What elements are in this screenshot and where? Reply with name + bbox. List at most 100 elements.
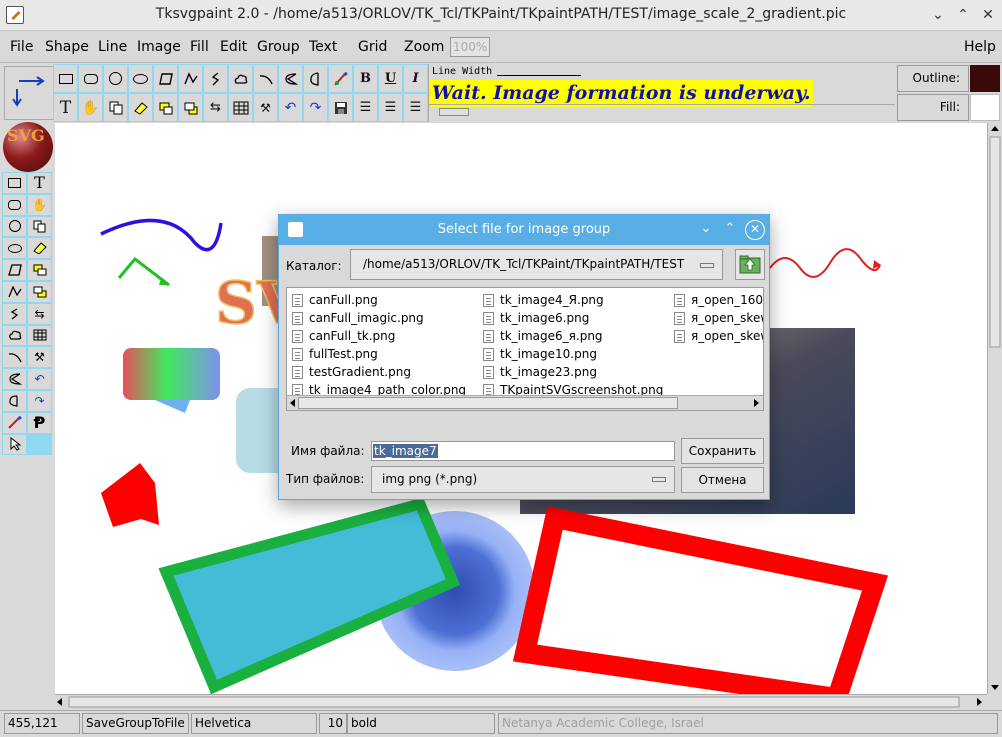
align-center-tool[interactable]: ☰ xyxy=(378,93,403,122)
file-item[interactable]: tk_image4_Я.png xyxy=(480,291,663,309)
maximize-button[interactable]: ⌃ xyxy=(953,5,973,25)
file-list-scroll-thumb[interactable] xyxy=(298,397,678,409)
close-window-button[interactable]: ✕ xyxy=(978,5,998,25)
left-raise-tool[interactable] xyxy=(27,259,52,281)
file-item[interactable]: tk_image6_я.png xyxy=(480,327,663,345)
menu-line[interactable]: Line xyxy=(98,39,127,55)
fill-button[interactable]: Fill: xyxy=(897,94,969,121)
zoom-input[interactable]: 100% xyxy=(450,37,490,57)
polygon-tool[interactable] xyxy=(153,64,178,93)
left-swap-tool[interactable]: ⇆ xyxy=(27,302,52,325)
menu-image[interactable]: Image xyxy=(137,39,181,55)
outline-color-swatch[interactable] xyxy=(970,65,1000,92)
menu-file[interactable]: File xyxy=(10,39,33,55)
left-color-picker-tool[interactable] xyxy=(2,411,27,434)
left-polyline-tool[interactable] xyxy=(2,280,27,303)
file-item[interactable]: fullTest.png xyxy=(289,345,466,363)
rectangle-tool[interactable] xyxy=(53,64,78,93)
italic-button[interactable]: I xyxy=(403,64,428,93)
file-item[interactable]: я_open_160 xyxy=(671,291,763,309)
menu-shape[interactable]: Shape xyxy=(45,39,89,55)
grid-tool[interactable] xyxy=(228,93,253,122)
ellipse-tool[interactable] xyxy=(128,64,153,93)
file-item[interactable]: я_open_skew xyxy=(671,309,763,327)
color-picker-tool[interactable] xyxy=(328,64,353,93)
menu-grid[interactable]: Grid xyxy=(358,39,387,55)
file-item[interactable]: canFull_imagic.png xyxy=(289,309,466,327)
file-item[interactable]: testGradient.png xyxy=(289,363,466,381)
pie-tool[interactable] xyxy=(278,64,303,93)
left-ellipse-tool[interactable] xyxy=(2,237,27,260)
eraser-tool[interactable] xyxy=(128,93,153,122)
left-redo-tool[interactable]: ↷ xyxy=(27,389,52,412)
vertical-scrollbar[interactable] xyxy=(987,123,1002,694)
hammer-tool[interactable]: ⚒ xyxy=(253,93,278,122)
file-item[interactable]: tk_image23.png xyxy=(480,363,663,381)
file-item[interactable]: canFull.png xyxy=(289,291,466,309)
underline-button[interactable]: U xyxy=(378,64,403,93)
left-polygon-tool[interactable] xyxy=(2,259,27,281)
cloud-tool[interactable] xyxy=(228,64,253,93)
file-list[interactable]: canFull.png canFull_imagic.png canFull_t… xyxy=(286,287,764,411)
undo-tool[interactable]: ↶ xyxy=(278,93,303,122)
save-button[interactable]: Сохранить xyxy=(681,438,764,464)
left-select-tool[interactable] xyxy=(2,433,27,456)
rounded-rect-tool[interactable] xyxy=(78,64,103,93)
line-width-slider[interactable] xyxy=(429,104,895,116)
left-freehand-tool[interactable] xyxy=(2,302,27,325)
catalog-dropdown[interactable]: /home/a513/ORLOV/TK_Tcl/TKPaint/TKpaintP… xyxy=(350,249,723,280)
file-item[interactable]: я_open_skew xyxy=(671,327,763,345)
menu-help[interactable]: Help xyxy=(964,39,996,55)
polyline-tool[interactable] xyxy=(178,64,203,93)
filetype-dropdown[interactable]: img png (*.png) xyxy=(371,466,675,493)
freehand-tool[interactable] xyxy=(203,64,228,93)
line-width-slider-thumb[interactable] xyxy=(439,108,469,116)
cancel-button[interactable]: Отмена xyxy=(681,467,764,493)
menu-zoom[interactable]: Zoom xyxy=(404,39,444,55)
left-lower-tool[interactable] xyxy=(27,280,52,303)
raise-tool[interactable] xyxy=(153,93,178,122)
left-pan-tool[interactable]: ✋ xyxy=(27,193,52,216)
parent-folder-button[interactable] xyxy=(735,249,765,280)
copy-tool[interactable] xyxy=(103,93,128,122)
file-item[interactable]: tk_image10.png xyxy=(480,345,663,363)
left-circle-tool[interactable] xyxy=(2,215,27,238)
dialog-minimize-button[interactable]: ⌄ xyxy=(696,219,716,239)
bold-button[interactable]: B xyxy=(353,64,378,93)
left-hammer-tool[interactable]: ⚒ xyxy=(27,346,52,369)
menu-fill[interactable]: Fill xyxy=(190,39,209,55)
left-eraser-tool[interactable] xyxy=(27,237,52,260)
circle-tool[interactable] xyxy=(103,64,128,93)
left-path-tool[interactable]: Ᵽ xyxy=(27,411,52,434)
left-rectangle-tool[interactable] xyxy=(2,172,27,194)
lower-tool[interactable] xyxy=(178,93,203,122)
pan-tool[interactable]: ✋ xyxy=(78,93,103,122)
outline-button[interactable]: Outline: xyxy=(897,65,969,92)
file-list-scrollbar[interactable] xyxy=(287,395,763,410)
text-tool[interactable]: T xyxy=(53,93,78,122)
left-pie-tool[interactable] xyxy=(2,368,27,390)
file-item[interactable]: tk_image6.png xyxy=(480,309,663,327)
chord-tool[interactable] xyxy=(303,64,328,93)
left-cloud-tool[interactable] xyxy=(2,324,27,347)
align-right-tool[interactable]: ☰ xyxy=(403,93,428,122)
filename-input[interactable]: tk_image7 xyxy=(371,441,675,461)
menu-edit[interactable]: Edit xyxy=(220,39,247,55)
minimize-button[interactable]: ⌄ xyxy=(928,5,948,25)
menu-group[interactable]: Group xyxy=(257,39,300,55)
align-left-tool[interactable]: ☰ xyxy=(353,93,378,122)
horizontal-scrollbar[interactable] xyxy=(55,694,987,709)
swap-tool[interactable]: ⇆ xyxy=(203,93,228,122)
menu-text[interactable]: Text xyxy=(309,39,337,55)
line-arrow-style-button[interactable] xyxy=(4,66,54,120)
left-grid-tool[interactable] xyxy=(27,324,52,347)
redo-tool[interactable]: ↷ xyxy=(303,93,328,122)
fill-color-swatch[interactable] xyxy=(970,94,1000,121)
dialog-close-button[interactable]: ✕ xyxy=(745,220,765,240)
left-arc-tool[interactable] xyxy=(2,346,27,369)
left-undo-tool[interactable]: ↶ xyxy=(27,368,52,390)
left-rounded-rect-tool[interactable] xyxy=(2,193,27,216)
left-copy-tool[interactable] xyxy=(27,215,52,238)
left-chord-tool[interactable] xyxy=(2,389,27,412)
dialog-maximize-button[interactable]: ⌃ xyxy=(720,219,740,239)
